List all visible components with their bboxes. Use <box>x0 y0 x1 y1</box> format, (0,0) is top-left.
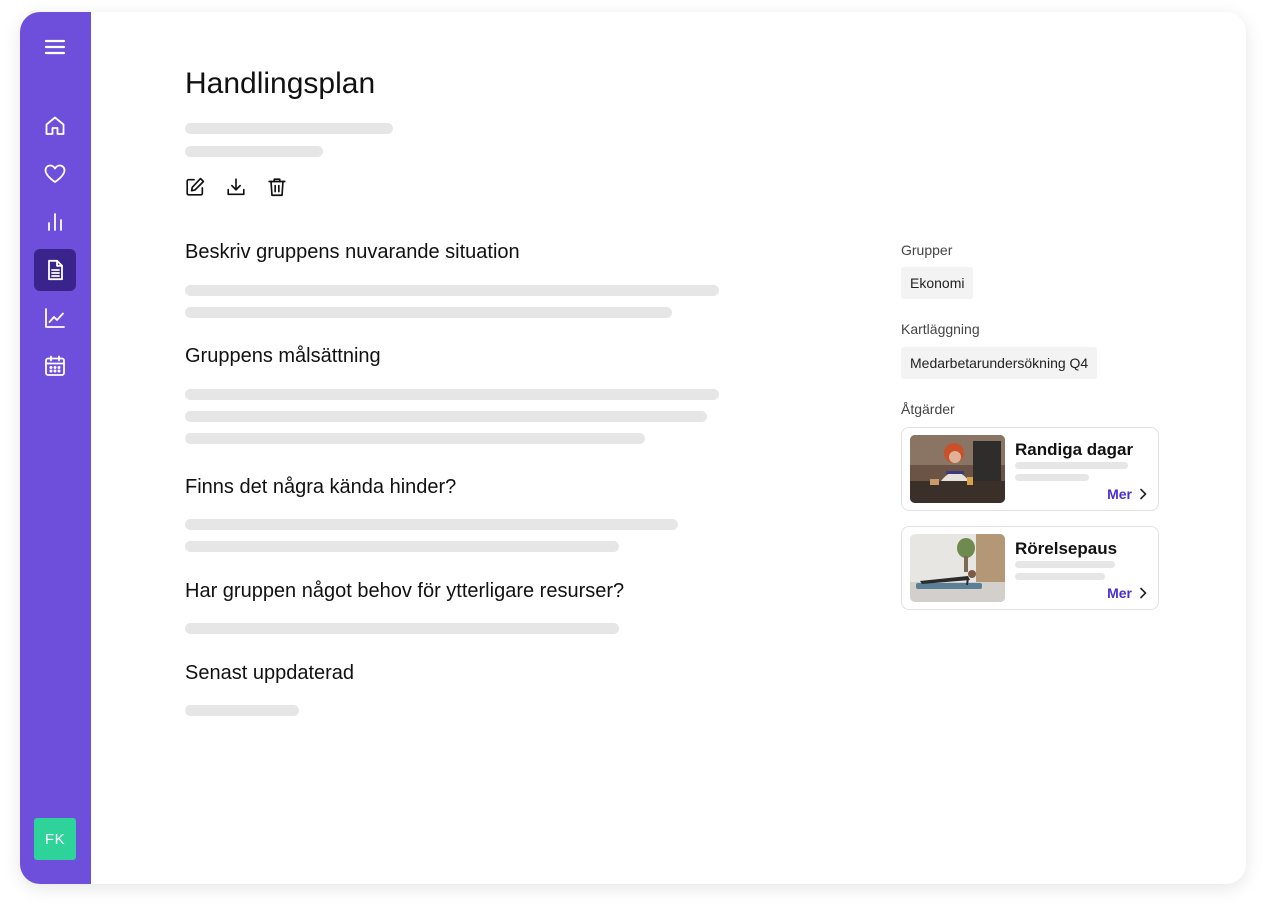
section-heading: Har gruppen något behov för ytterligare … <box>185 580 625 602</box>
action-card[interactable]: Rörelsepaus Mer <box>901 526 1159 610</box>
line-chart-icon <box>45 308 65 328</box>
description-placeholder <box>1015 561 1115 568</box>
sidebar-item-home[interactable] <box>34 105 76 147</box>
section-heading: Senast uppdaterad <box>185 662 355 684</box>
more-link[interactable]: Mer <box>1107 486 1148 502</box>
sidebar-item-trends[interactable] <box>34 297 76 339</box>
section-heading: Finns det några kända hinder? <box>185 476 457 498</box>
edit-icon <box>186 177 205 196</box>
more-label: Mer <box>1107 585 1132 601</box>
sidebar-item-documents[interactable] <box>34 249 76 291</box>
date-placeholder <box>185 705 299 716</box>
sidebar-item-calendar[interactable] <box>34 345 76 387</box>
trash-icon <box>268 178 286 197</box>
home-icon <box>45 116 65 135</box>
edit-button[interactable] <box>184 176 208 200</box>
more-link[interactable]: Mer <box>1107 585 1148 601</box>
text-placeholder <box>185 433 645 444</box>
subtitle-placeholder <box>185 123 393 134</box>
survey-label: Kartläggning <box>901 321 980 337</box>
action-title: Randiga dagar <box>1015 440 1134 459</box>
text-placeholder <box>185 411 707 422</box>
hamburger-menu-icon[interactable] <box>34 26 76 68</box>
app-window: FK Handlingsplan Beskriv gruppens nuvara… <box>20 12 1246 884</box>
text-placeholder <box>185 541 619 552</box>
more-label: Mer <box>1107 486 1132 502</box>
avatar[interactable]: FK <box>34 818 76 860</box>
main-content: Handlingsplan Beskriv gruppens nuvarande… <box>91 12 1246 884</box>
sidebar: FK <box>20 12 91 884</box>
section-heading: Beskriv gruppens nuvarande situation <box>185 241 520 263</box>
action-thumbnail <box>910 534 1005 602</box>
download-button[interactable] <box>225 176 249 200</box>
text-placeholder <box>185 285 719 296</box>
section-heading: Gruppens målsättning <box>185 345 381 367</box>
chevron-right-icon <box>1140 587 1147 599</box>
subtitle-placeholder <box>185 146 323 157</box>
description-placeholder <box>1015 474 1089 481</box>
action-thumbnail <box>910 435 1005 503</box>
description-placeholder <box>1015 462 1128 469</box>
page-title: Handlingsplan <box>185 67 376 100</box>
calendar-icon <box>45 355 65 376</box>
groups-label: Grupper <box>901 242 953 258</box>
action-card[interactable]: Randiga dagar Mer <box>901 427 1159 511</box>
download-icon <box>227 178 245 196</box>
text-placeholder <box>185 307 672 318</box>
description-placeholder <box>1015 573 1105 580</box>
survey-chip[interactable]: Medarbetarundersökning Q4 <box>901 347 1098 379</box>
bar-chart-icon <box>48 213 62 231</box>
chevron-right-icon <box>1140 488 1147 500</box>
sidebar-item-statistics[interactable] <box>34 201 76 243</box>
document-icon <box>48 259 63 281</box>
sidebar-item-favorites[interactable] <box>34 153 76 195</box>
heart-icon <box>44 164 66 183</box>
group-chip[interactable]: Ekonomi <box>901 267 974 299</box>
text-placeholder <box>185 389 719 400</box>
text-placeholder <box>185 519 678 530</box>
text-placeholder <box>185 623 619 634</box>
actions-label: Åtgärder <box>901 401 955 417</box>
action-title: Rörelsepaus <box>1015 539 1118 558</box>
delete-button[interactable] <box>266 176 290 200</box>
